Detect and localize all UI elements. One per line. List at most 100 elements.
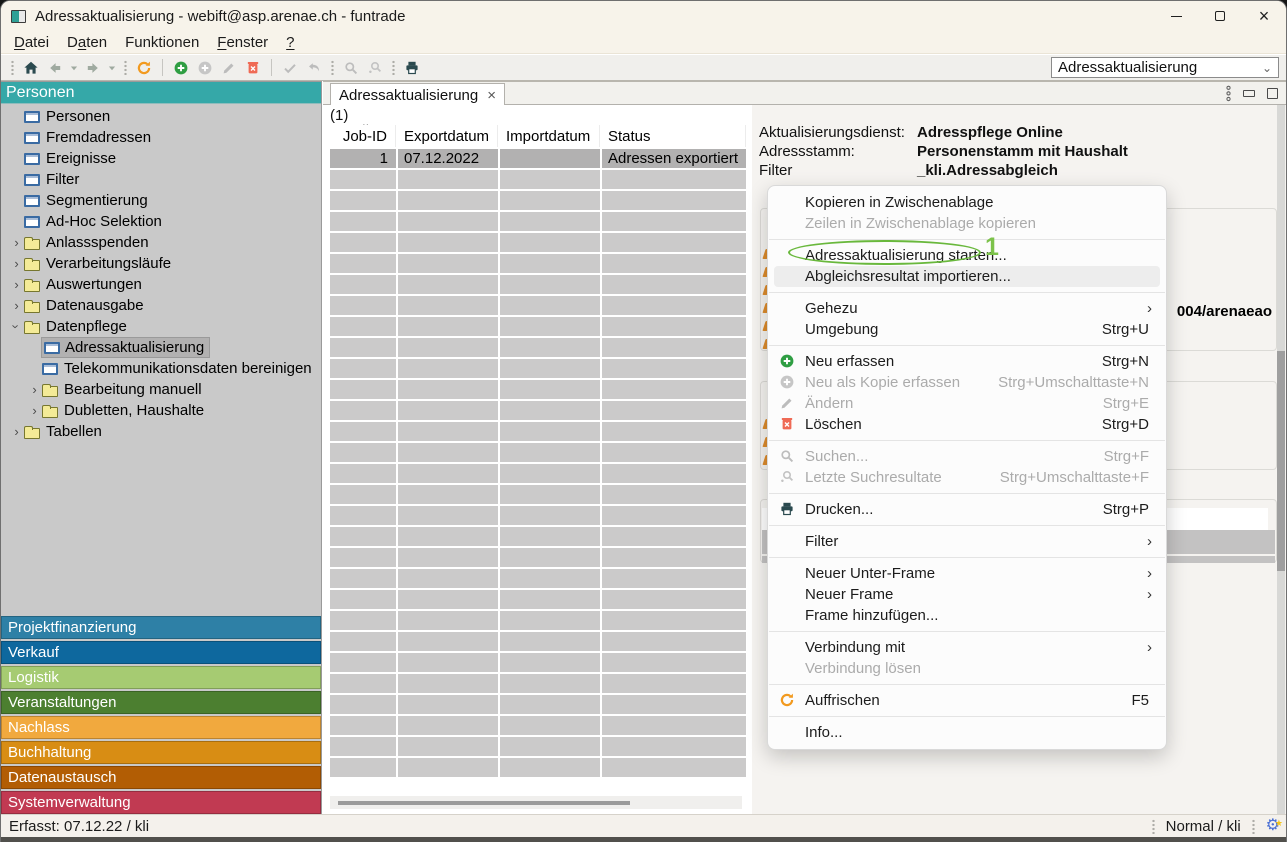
table-empty-row[interactable] bbox=[330, 653, 746, 672]
table-empty-row[interactable] bbox=[330, 527, 746, 546]
add-as-copy-icon[interactable] bbox=[193, 57, 217, 79]
tree-item-verarbeitungsläufe[interactable]: ›Verarbeitungsläufe bbox=[1, 253, 321, 274]
print-icon[interactable] bbox=[400, 57, 424, 79]
menu-item-verbindung-lösen[interactable]: Verbindung lösen bbox=[768, 658, 1166, 679]
column-header-status[interactable]: Status bbox=[602, 125, 746, 147]
gear-icon[interactable]: ⚙★ bbox=[1266, 818, 1280, 834]
table-empty-row[interactable] bbox=[330, 506, 746, 525]
table-empty-row[interactable] bbox=[330, 191, 746, 210]
chevron-collapsed-icon[interactable]: › bbox=[9, 424, 24, 439]
module-systemverwaltung[interactable]: Systemverwaltung bbox=[1, 791, 321, 814]
maximize-button[interactable] bbox=[1198, 1, 1242, 31]
table-empty-row[interactable] bbox=[330, 632, 746, 651]
forward-arrow-icon[interactable] bbox=[81, 57, 105, 79]
tree-item-bearbeitung-manuell[interactable]: ›Bearbeitung manuell bbox=[1, 379, 321, 400]
tree-item-adressaktualisierung[interactable]: Adressaktualisierung bbox=[1, 337, 321, 358]
menu-item-umgebung[interactable]: UmgebungStrg+U bbox=[768, 319, 1166, 340]
table-empty-row[interactable] bbox=[330, 464, 746, 483]
module-projektfinanzierung[interactable]: Projektfinanzierung bbox=[1, 616, 321, 639]
toolbar-grip[interactable] bbox=[392, 60, 395, 75]
tree-item-datenpflege[interactable]: ›Datenpflege bbox=[1, 316, 321, 337]
frame-selector-combobox[interactable]: Adressaktualisierung ⌄ bbox=[1051, 57, 1279, 78]
frame-maximize-icon[interactable] bbox=[1267, 88, 1278, 99]
menu-?[interactable]: ? bbox=[277, 32, 303, 53]
table-empty-row[interactable] bbox=[330, 296, 746, 315]
search-icon[interactable] bbox=[339, 57, 363, 79]
toolbar-grip[interactable] bbox=[124, 60, 127, 75]
table-empty-row[interactable] bbox=[330, 212, 746, 231]
menu-item-ändern[interactable]: ÄndernStrg+E bbox=[768, 393, 1166, 414]
table-empty-row[interactable] bbox=[330, 674, 746, 693]
table-empty-row[interactable] bbox=[330, 359, 746, 378]
table-empty-row[interactable] bbox=[330, 485, 746, 504]
vertical-scrollbar-thumb[interactable] bbox=[1277, 351, 1285, 571]
chevron-collapsed-icon[interactable]: › bbox=[27, 403, 42, 418]
tree-item-ereignisse[interactable]: Ereignisse bbox=[1, 148, 321, 169]
module-logistik[interactable]: Logistik bbox=[1, 666, 321, 689]
menu-item-gehezu[interactable]: Gehezu› bbox=[768, 298, 1166, 319]
menu-item-info[interactable]: Info... bbox=[768, 722, 1166, 743]
tree-item-anlassspenden[interactable]: ›Anlassspenden bbox=[1, 232, 321, 253]
table-empty-row[interactable] bbox=[330, 443, 746, 462]
menu-item-suchen[interactable]: Suchen...Strg+F bbox=[768, 446, 1166, 467]
home-icon[interactable] bbox=[19, 57, 43, 79]
menu-item-neu-als-kopie-erfassen[interactable]: Neu als Kopie erfassenStrg+Umschalttaste… bbox=[768, 372, 1166, 393]
table-empty-row[interactable] bbox=[330, 737, 746, 756]
sidebar-header[interactable]: Personen bbox=[1, 82, 321, 104]
menu-daten[interactable]: Daten bbox=[58, 32, 116, 53]
tree-item-telekommunikationsdaten-bereinigen[interactable]: Telekommunikationsdaten bereinigen bbox=[1, 358, 321, 379]
table-empty-row[interactable] bbox=[330, 716, 746, 735]
tree-item-datenausgabe[interactable]: ›Datenausgabe bbox=[1, 295, 321, 316]
menu-item-auffrischen[interactable]: AuffrischenF5 bbox=[768, 690, 1166, 711]
menu-item-kopieren-in-zwischenablage[interactable]: Kopieren in Zwischenablage bbox=[768, 192, 1166, 213]
add-icon[interactable] bbox=[169, 57, 193, 79]
undo-icon[interactable] bbox=[302, 57, 326, 79]
menu-item-zeilen-in-zwischenablage-kopieren[interactable]: Zeilen in Zwischenablage kopieren bbox=[768, 213, 1166, 234]
tab-adressaktualisierung[interactable]: Adressaktualisierung × bbox=[330, 83, 505, 106]
tree-item-personen[interactable]: Personen bbox=[1, 106, 321, 127]
close-button[interactable]: × bbox=[1242, 1, 1286, 31]
kebab-menu-icon[interactable] bbox=[1226, 85, 1231, 102]
vertical-scrollbar[interactable] bbox=[1277, 105, 1285, 814]
table-empty-row[interactable] bbox=[330, 401, 746, 420]
forward-dropdown-icon[interactable] bbox=[105, 57, 119, 79]
back-arrow-icon[interactable] bbox=[43, 57, 67, 79]
module-verkauf[interactable]: Verkauf bbox=[1, 641, 321, 664]
module-buchhaltung[interactable]: Buchhaltung bbox=[1, 741, 321, 764]
tree-item-dubletten-haushalte[interactable]: ›Dubletten, Haushalte bbox=[1, 400, 321, 421]
tree-item-segmentierung[interactable]: Segmentierung bbox=[1, 190, 321, 211]
menu-item-verbindung-mit[interactable]: Verbindung mit› bbox=[768, 637, 1166, 658]
table-empty-row[interactable] bbox=[330, 275, 746, 294]
confirm-icon[interactable] bbox=[278, 57, 302, 79]
horizontal-scrollbar[interactable] bbox=[330, 796, 742, 809]
menu-item-frame-hinzufügen[interactable]: Frame hinzufügen... bbox=[768, 605, 1166, 626]
table-empty-row[interactable] bbox=[330, 380, 746, 399]
module-veranstaltungen[interactable]: Veranstaltungen bbox=[1, 691, 321, 714]
module-nachlass[interactable]: Nachlass bbox=[1, 716, 321, 739]
table-empty-row[interactable] bbox=[330, 254, 746, 273]
column-header-job-id[interactable]: Job-ID bbox=[330, 125, 396, 147]
table-row[interactable]: 107.12.2022Adressen exportiert bbox=[330, 149, 746, 168]
toolbar-grip[interactable] bbox=[11, 60, 14, 75]
toolbar-grip[interactable] bbox=[331, 60, 334, 75]
chevron-expanded-icon[interactable]: › bbox=[9, 319, 24, 334]
chevron-collapsed-icon[interactable]: › bbox=[9, 277, 24, 292]
menu-item-filter[interactable]: Filter› bbox=[768, 531, 1166, 552]
module-datenaustausch[interactable]: Datenaustausch bbox=[1, 766, 321, 789]
tree-item-auswertungen[interactable]: ›Auswertungen bbox=[1, 274, 321, 295]
table-empty-row[interactable] bbox=[330, 422, 746, 441]
tree-item-filter[interactable]: Filter bbox=[1, 169, 321, 190]
table-empty-row[interactable] bbox=[330, 569, 746, 588]
minimize-button[interactable] bbox=[1154, 1, 1198, 31]
table-empty-row[interactable] bbox=[330, 338, 746, 357]
chevron-collapsed-icon[interactable]: › bbox=[9, 256, 24, 271]
tree-item-tabellen[interactable]: ›Tabellen bbox=[1, 421, 321, 442]
table-empty-row[interactable] bbox=[330, 317, 746, 336]
table-empty-row[interactable] bbox=[330, 758, 746, 777]
tree-item-fremdadressen[interactable]: Fremdadressen bbox=[1, 127, 321, 148]
table-empty-row[interactable] bbox=[330, 170, 746, 189]
column-header-importdatum[interactable]: Importdatum bbox=[500, 125, 600, 147]
column-header-exportdatum[interactable]: Exportdatum bbox=[398, 125, 498, 147]
horizontal-scrollbar-thumb[interactable] bbox=[338, 801, 630, 805]
back-dropdown-icon[interactable] bbox=[67, 57, 81, 79]
